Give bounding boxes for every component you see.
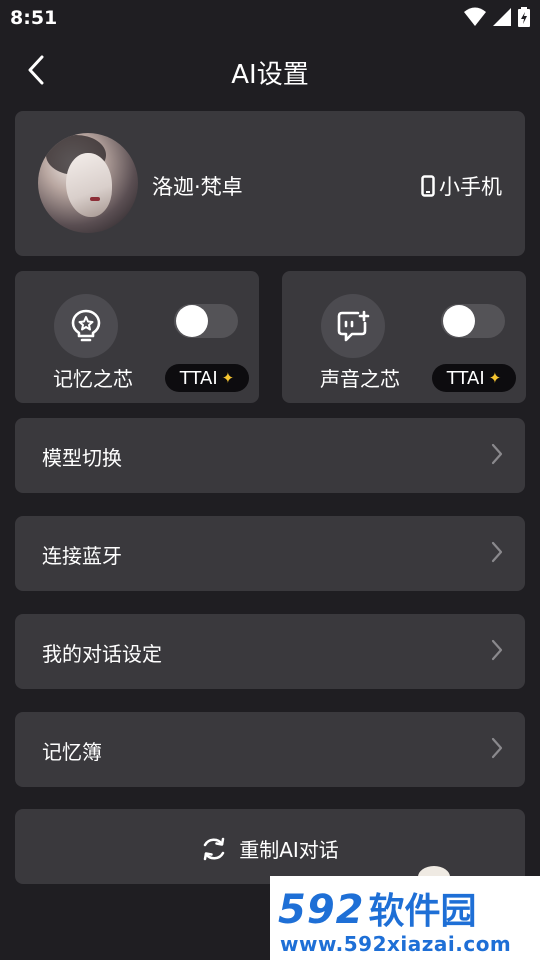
chevron-right-icon: [491, 639, 503, 661]
toggle-knob: [443, 305, 475, 337]
memory-core-icon-wrap: [54, 294, 118, 358]
menu-item-bluetooth[interactable]: 连接蓝牙: [15, 516, 525, 591]
menu-item-label: 模型切换: [42, 446, 122, 470]
reset-label-wrap: 重制AI对话: [15, 834, 525, 863]
lightbulb-star-icon: [71, 309, 101, 342]
voice-core-label: 声音之芯: [320, 367, 400, 391]
watermark-logo-number: 592: [278, 887, 365, 933]
profile-card[interactable]: 洛迦·梵卓 小手机: [15, 111, 525, 256]
header: AI设置: [0, 44, 540, 96]
badge-text: TTAI: [446, 367, 485, 389]
menu-item-label: 记忆簿: [42, 740, 102, 764]
status-bar: 8:51: [0, 0, 540, 36]
watermark-url: www.592xiazai.com: [280, 932, 512, 956]
memory-core-badge: TTAI ✦: [165, 364, 249, 392]
menu-item-label: 连接蓝牙: [42, 544, 122, 568]
voice-core-toggle[interactable]: [441, 304, 505, 338]
watermark-logo: 592 软件园: [278, 882, 477, 934]
phone-icon: [421, 175, 435, 197]
status-icons: [464, 7, 530, 27]
status-time: 8:51: [10, 7, 58, 29]
chevron-right-icon: [491, 443, 503, 465]
watermark-logo-text: 软件园: [368, 891, 477, 932]
voice-core-badge: TTAI ✦: [432, 364, 516, 392]
page-title: AI设置: [231, 60, 309, 90]
device-selector[interactable]: 小手机: [421, 171, 502, 201]
wifi-icon: [464, 7, 486, 26]
menu-item-dialog-settings[interactable]: 我的对话设定: [15, 614, 525, 689]
menu-item-model-switch[interactable]: 模型切换: [15, 418, 525, 493]
reset-label: 重制AI对话: [239, 838, 339, 862]
chevron-right-icon: [491, 541, 503, 563]
menu-item-memory-book[interactable]: 记忆簿: [15, 712, 525, 787]
signal-icon: [493, 8, 511, 26]
battery-icon: [518, 7, 530, 27]
memory-core-label: 记忆之芯: [53, 367, 133, 391]
sparkle-icon: ✦: [221, 369, 235, 387]
device-name: 小手机: [439, 175, 502, 199]
toggle-knob: [176, 305, 208, 337]
voice-core-icon-wrap: [321, 294, 385, 358]
sparkle-icon: ✦: [488, 369, 502, 387]
avatar[interactable]: [38, 133, 138, 233]
refresh-icon: [203, 837, 225, 860]
badge-text: TTAI: [179, 367, 218, 389]
chat-plus-icon: [337, 310, 370, 342]
memory-core-card: 记忆之芯 TTAI ✦: [15, 271, 259, 403]
menu-item-label: 我的对话设定: [42, 642, 162, 666]
chevron-right-icon: [491, 737, 503, 759]
profile-name: 洛迦·梵卓: [152, 175, 243, 199]
voice-core-card: 声音之芯 TTAI ✦: [282, 271, 526, 403]
memory-core-toggle[interactable]: [174, 304, 238, 338]
watermark: 592 软件园 www.592xiazai.com: [270, 876, 540, 960]
